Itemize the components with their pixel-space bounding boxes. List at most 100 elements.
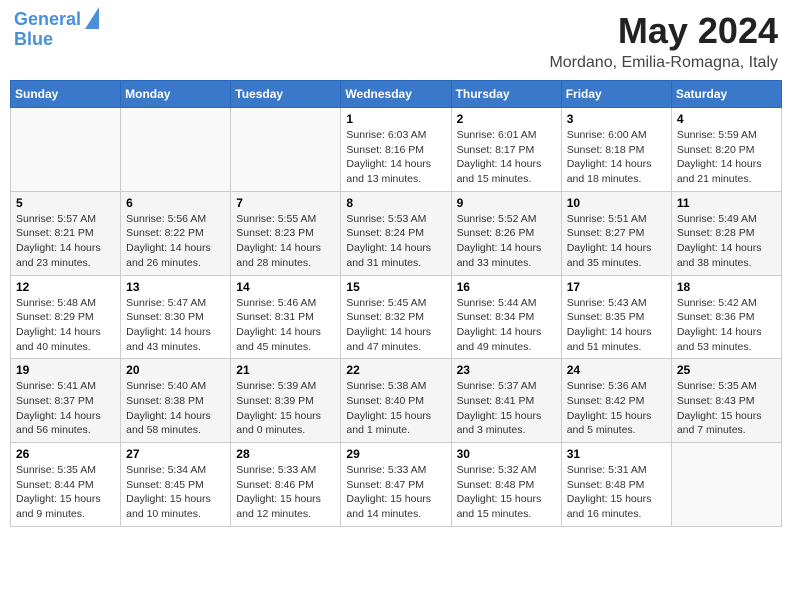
header: General Blue May 2024 Mordano, Emilia-Ro… — [10, 10, 782, 72]
calendar-table: SundayMondayTuesdayWednesdayThursdayFrid… — [10, 80, 782, 527]
cell-week1-day0 — [11, 108, 121, 192]
day-number: 25 — [677, 363, 776, 377]
day-number: 23 — [457, 363, 556, 377]
week-row-1: 1Sunrise: 6:03 AM Sunset: 8:16 PM Daylig… — [11, 108, 782, 192]
day-info: Sunrise: 5:52 AM Sunset: 8:26 PM Dayligh… — [457, 212, 556, 271]
cell-week5-day6 — [671, 443, 781, 527]
header-saturday: Saturday — [671, 81, 781, 108]
day-info: Sunrise: 5:37 AM Sunset: 8:41 PM Dayligh… — [457, 379, 556, 438]
day-info: Sunrise: 5:33 AM Sunset: 8:47 PM Dayligh… — [346, 463, 445, 522]
day-number: 21 — [236, 363, 335, 377]
header-monday: Monday — [121, 81, 231, 108]
week-row-5: 26 Sunrise: 5:35 AM Sunset: 8:44 PM Dayli… — [11, 443, 782, 527]
day-info: Sunrise: 5:47 AM Sunset: 8:30 PM Dayligh… — [126, 296, 225, 355]
cell-week2-day3: 8 Sunrise: 5:53 AM Sunset: 8:24 PM Daylig… — [341, 191, 451, 275]
header-tuesday: Tuesday — [231, 81, 341, 108]
calendar-title: May 2024 — [549, 10, 778, 52]
cell-week5-day4: 30 Sunrise: 5:32 AM Sunset: 8:48 PM Dayli… — [451, 443, 561, 527]
cell-week1-day4: 2Sunrise: 6:01 AM Sunset: 8:17 PM Daylig… — [451, 108, 561, 192]
day-number: 13 — [126, 280, 225, 294]
cell-week3-day0: 12 Sunrise: 5:48 AM Sunset: 8:29 PM Dayli… — [11, 275, 121, 359]
logo-text: General — [14, 10, 81, 30]
cell-week5-day5: 31 Sunrise: 5:31 AM Sunset: 8:48 PM Dayli… — [561, 443, 671, 527]
day-number: 29 — [346, 447, 445, 461]
day-info: Sunrise: 5:51 AM Sunset: 8:27 PM Dayligh… — [567, 212, 666, 271]
day-number: 16 — [457, 280, 556, 294]
day-info: Sunrise: 5:41 AM Sunset: 8:37 PM Dayligh… — [16, 379, 115, 438]
day-number: 22 — [346, 363, 445, 377]
day-info: Sunrise: 5:55 AM Sunset: 8:23 PM Dayligh… — [236, 212, 335, 271]
day-info: Sunrise: 5:36 AM Sunset: 8:42 PM Dayligh… — [567, 379, 666, 438]
day-info: Sunrise: 5:31 AM Sunset: 8:48 PM Dayligh… — [567, 463, 666, 522]
header-wednesday: Wednesday — [341, 81, 451, 108]
cell-week5-day1: 27 Sunrise: 5:34 AM Sunset: 8:45 PM Dayli… — [121, 443, 231, 527]
day-info: Sunrise: 5:49 AM Sunset: 8:28 PM Dayligh… — [677, 212, 776, 271]
cell-week4-day1: 20Sunrise: 5:40 AM Sunset: 8:38 PM Dayli… — [121, 359, 231, 443]
day-info: Sunrise: 5:57 AM Sunset: 8:21 PM Dayligh… — [16, 212, 115, 271]
day-number: 9 — [457, 196, 556, 210]
day-number: 26 — [16, 447, 115, 461]
day-number: 31 — [567, 447, 666, 461]
cell-week5-day3: 29 Sunrise: 5:33 AM Sunset: 8:47 PM Dayli… — [341, 443, 451, 527]
day-number: 7 — [236, 196, 335, 210]
day-info: Sunrise: 5:45 AM Sunset: 8:32 PM Dayligh… — [346, 296, 445, 355]
cell-week5-day2: 28 Sunrise: 5:33 AM Sunset: 8:46 PM Dayli… — [231, 443, 341, 527]
day-number: 2 — [457, 112, 556, 126]
cell-week3-day1: 13 Sunrise: 5:47 AM Sunset: 8:30 PM Dayli… — [121, 275, 231, 359]
logo-triangle-icon — [85, 7, 99, 29]
cell-week4-day4: 23 Sunrise: 5:37 AM Sunset: 8:41 PM Dayli… — [451, 359, 561, 443]
day-number: 19 — [16, 363, 115, 377]
day-number: 30 — [457, 447, 556, 461]
day-info: Sunrise: 5:35 AM Sunset: 8:43 PM Dayligh… — [677, 379, 776, 438]
title-area: May 2024 Mordano, Emilia-Romagna, Italy — [549, 10, 778, 72]
cell-week3-day5: 17 Sunrise: 5:43 AM Sunset: 8:35 PM Dayli… — [561, 275, 671, 359]
day-number: 12 — [16, 280, 115, 294]
cell-week1-day6: 4 Sunrise: 5:59 AM Sunset: 8:20 PM Daylig… — [671, 108, 781, 192]
week-row-3: 12 Sunrise: 5:48 AM Sunset: 8:29 PM Dayli… — [11, 275, 782, 359]
day-number: 11 — [677, 196, 776, 210]
day-info: Sunrise: 5:35 AM Sunset: 8:44 PM Dayligh… — [16, 463, 115, 522]
day-info: Sunrise: 5:39 AM Sunset: 8:39 PM Dayligh… — [236, 379, 335, 438]
cell-week4-day5: 24Sunrise: 5:36 AM Sunset: 8:42 PM Dayli… — [561, 359, 671, 443]
day-number: 1 — [346, 112, 445, 126]
day-info: Sunrise: 5:43 AM Sunset: 8:35 PM Dayligh… — [567, 296, 666, 355]
day-info: Sunrise: 5:59 AM Sunset: 8:20 PM Dayligh… — [677, 128, 776, 187]
cell-week5-day0: 26 Sunrise: 5:35 AM Sunset: 8:44 PM Dayli… — [11, 443, 121, 527]
day-info: Sunrise: 5:56 AM Sunset: 8:22 PM Dayligh… — [126, 212, 225, 271]
day-number: 17 — [567, 280, 666, 294]
day-number: 5 — [16, 196, 115, 210]
cell-week3-day3: 15Sunrise: 5:45 AM Sunset: 8:32 PM Dayli… — [341, 275, 451, 359]
cell-week2-day1: 6Sunrise: 5:56 AM Sunset: 8:22 PM Daylig… — [121, 191, 231, 275]
cell-week2-day4: 9 Sunrise: 5:52 AM Sunset: 8:26 PM Daylig… — [451, 191, 561, 275]
cell-week2-day2: 7 Sunrise: 5:55 AM Sunset: 8:23 PM Daylig… — [231, 191, 341, 275]
header-friday: Friday — [561, 81, 671, 108]
week-row-4: 19 Sunrise: 5:41 AM Sunset: 8:37 PM Dayli… — [11, 359, 782, 443]
cell-week4-day6: 25 Sunrise: 5:35 AM Sunset: 8:43 PM Dayli… — [671, 359, 781, 443]
calendar-header-row: SundayMondayTuesdayWednesdayThursdayFrid… — [11, 81, 782, 108]
day-number: 27 — [126, 447, 225, 461]
day-info: Sunrise: 5:34 AM Sunset: 8:45 PM Dayligh… — [126, 463, 225, 522]
day-number: 20 — [126, 363, 225, 377]
cell-week3-day6: 18Sunrise: 5:42 AM Sunset: 8:36 PM Dayli… — [671, 275, 781, 359]
day-number: 10 — [567, 196, 666, 210]
week-row-2: 5 Sunrise: 5:57 AM Sunset: 8:21 PM Daylig… — [11, 191, 782, 275]
logo-blue-text: Blue — [14, 30, 53, 50]
day-info: Sunrise: 5:48 AM Sunset: 8:29 PM Dayligh… — [16, 296, 115, 355]
cell-week1-day1 — [121, 108, 231, 192]
cell-week4-day3: 22Sunrise: 5:38 AM Sunset: 8:40 PM Dayli… — [341, 359, 451, 443]
day-info: Sunrise: 5:42 AM Sunset: 8:36 PM Dayligh… — [677, 296, 776, 355]
cell-week2-day0: 5 Sunrise: 5:57 AM Sunset: 8:21 PM Daylig… — [11, 191, 121, 275]
cell-week3-day4: 16 Sunrise: 5:44 AM Sunset: 8:34 PM Dayli… — [451, 275, 561, 359]
day-number: 28 — [236, 447, 335, 461]
day-number: 8 — [346, 196, 445, 210]
day-info: Sunrise: 5:46 AM Sunset: 8:31 PM Dayligh… — [236, 296, 335, 355]
day-info: Sunrise: 5:53 AM Sunset: 8:24 PM Dayligh… — [346, 212, 445, 271]
day-info: Sunrise: 5:32 AM Sunset: 8:48 PM Dayligh… — [457, 463, 556, 522]
cell-week1-day5: 3Sunrise: 6:00 AM Sunset: 8:18 PM Daylig… — [561, 108, 671, 192]
day-info: Sunrise: 5:44 AM Sunset: 8:34 PM Dayligh… — [457, 296, 556, 355]
day-info: Sunrise: 5:33 AM Sunset: 8:46 PM Dayligh… — [236, 463, 335, 522]
day-number: 4 — [677, 112, 776, 126]
cell-week1-day3: 1Sunrise: 6:03 AM Sunset: 8:16 PM Daylig… — [341, 108, 451, 192]
calendar-subtitle: Mordano, Emilia-Romagna, Italy — [549, 54, 778, 72]
cell-week2-day5: 10 Sunrise: 5:51 AM Sunset: 8:27 PM Dayli… — [561, 191, 671, 275]
